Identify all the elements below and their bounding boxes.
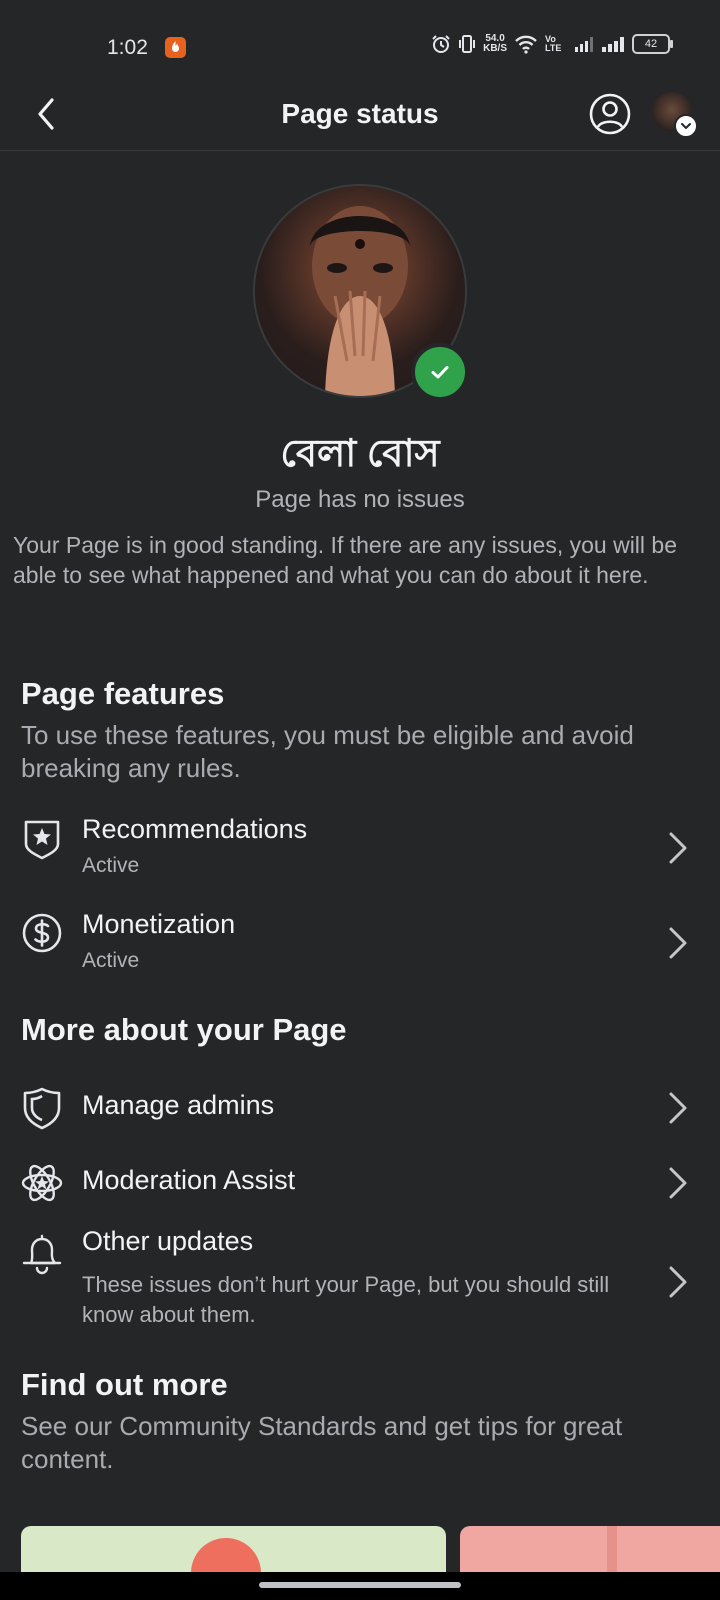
list-item-label: Other updates [82, 1226, 254, 1256]
list-item-label: Manage admins [82, 1090, 275, 1120]
page-status-text: Page has no issues [255, 486, 465, 513]
system-nav-bar [0, 1572, 720, 1600]
find-out-more-subtitle: See our Community Standards and get tips… [21, 1411, 623, 1474]
list-item-status: Active [82, 854, 140, 877]
home-gesture-handle[interactable] [259, 1582, 461, 1588]
list-item-moderation-assist[interactable]: Moderation Assist [0, 1155, 720, 1211]
account-button[interactable] [588, 92, 632, 136]
page-name: বেলা বোস [280, 433, 440, 475]
bell-icon [22, 1234, 62, 1275]
list-item-description: These issues don’t hurt your Page, but y… [82, 1272, 610, 1327]
list-item-status: Active [82, 949, 140, 972]
app-bar: Page status [0, 78, 720, 151]
page-features-heading: Page features [21, 676, 225, 711]
list-item-manage-admins[interactable]: Manage admins [0, 1080, 720, 1136]
page-switcher-button[interactable] [652, 92, 698, 138]
status-icons: 54.0 KB/S Vo LTE 42 [431, 34, 673, 54]
notification-app-icon [165, 37, 186, 58]
verified-check-icon [411, 343, 469, 401]
dollar-circle-icon [22, 913, 62, 953]
wifi-icon [515, 35, 537, 54]
shield-star-icon [24, 820, 60, 860]
battery-indicator: 42 [632, 34, 673, 54]
alarm-icon [432, 35, 450, 53]
chevron-right-icon [669, 1167, 687, 1199]
atom-star-icon [21, 1164, 63, 1202]
battery-level: 42 [644, 38, 658, 50]
list-item-label: Monetization [82, 909, 236, 939]
list-item-monetization[interactable]: Monetization Active [0, 903, 720, 983]
chevron-right-icon [669, 1266, 687, 1298]
chevron-right-icon [669, 832, 687, 864]
list-item-other-updates[interactable]: Other updates These issues don’t hurt yo… [0, 1226, 720, 1336]
chevron-down-icon [674, 114, 698, 138]
list-item-label: Recommendations [82, 814, 308, 844]
vibrate-icon [459, 35, 476, 53]
page-features-subtitle: To use these features, you must be eligi… [21, 720, 634, 783]
net-speed: 54.0 KB/S [483, 34, 507, 54]
more-about-heading: More about your Page [21, 1012, 347, 1047]
page-status-description: Your Page is in good standing. If there … [13, 532, 678, 588]
chevron-right-icon [669, 927, 687, 959]
status-time: 1:02 [107, 36, 148, 59]
net-speed-unit: KB/S [483, 43, 507, 54]
shield-icon [23, 1087, 61, 1130]
account-circle-icon [589, 93, 631, 135]
find-out-more-heading: Find out more [21, 1367, 228, 1402]
list-item-label: Moderation Assist [82, 1165, 296, 1195]
signal-icon-1 [575, 37, 593, 52]
signal-icon-2 [602, 37, 624, 52]
volte-label: Vo LTE [545, 34, 562, 53]
chevron-right-icon [669, 1092, 687, 1124]
list-item-recommendations[interactable]: Recommendations Active [0, 808, 720, 888]
